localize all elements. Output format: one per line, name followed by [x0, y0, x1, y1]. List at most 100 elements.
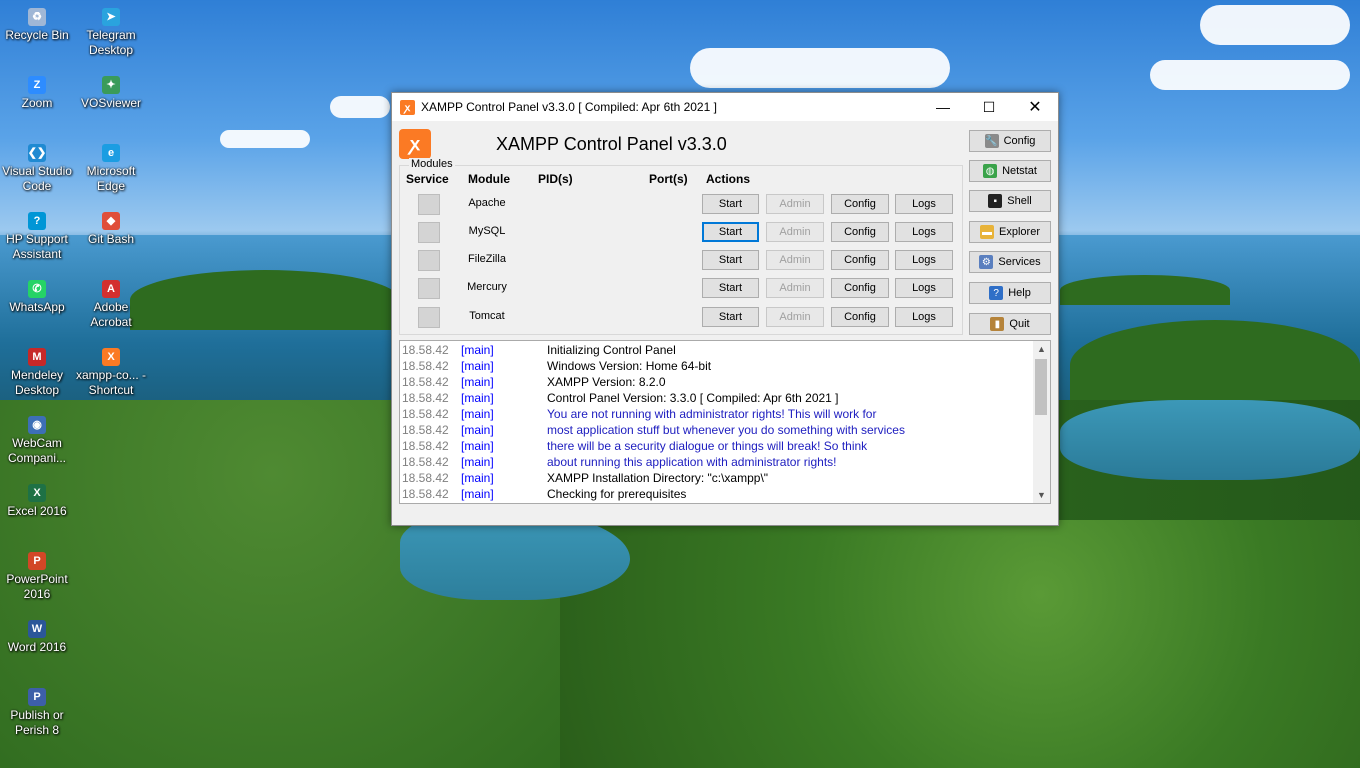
desktop-icon[interactable]: W Word 2016 — [0, 620, 74, 655]
word-icon: W — [28, 620, 46, 638]
excel-icon: X — [28, 484, 46, 502]
log-source: [main] — [461, 375, 494, 389]
start-button[interactable]: Start — [702, 250, 759, 270]
log-source: [main] — [461, 455, 494, 469]
service-checkbox[interactable] — [418, 278, 440, 299]
xampp-window: ꭗ XAMPP Control Panel v3.3.0 [ Compiled:… — [391, 92, 1059, 526]
desktop-icon[interactable]: M Mendeley Desktop — [0, 348, 74, 398]
desktop-icon[interactable]: A Adobe Acrobat — [74, 280, 148, 330]
log-time: 18.58.42 — [402, 343, 449, 357]
desktop-icon[interactable]: ❮❯ Visual Studio Code — [0, 144, 74, 194]
logs-button[interactable]: Logs — [895, 250, 953, 270]
globe-icon: ◍ — [983, 164, 998, 178]
log-message: about running this application with admi… — [547, 455, 837, 469]
desktop-icon[interactable]: e Microsoft Edge — [74, 144, 148, 194]
desktop-icon-label: Adobe Acrobat — [90, 300, 132, 329]
config-button[interactable]: Config — [831, 250, 889, 270]
help-button[interactable]: ? Help — [969, 282, 1051, 304]
desktop-icon[interactable]: X Excel 2016 — [0, 484, 74, 519]
desktop-icon[interactable]: ✦ VOSviewer — [74, 76, 148, 111]
desktop-icon[interactable]: ◆ Git Bash — [74, 212, 148, 247]
explorer-button[interactable]: ▬ Explorer — [969, 221, 1051, 243]
admin-button: Admin — [766, 194, 824, 214]
edge-icon: e — [102, 144, 120, 162]
log-time: 18.58.42 — [402, 439, 449, 453]
desktop-icon[interactable]: P PowerPoint 2016 — [0, 552, 74, 602]
desktop-icon-label: Telegram Desktop — [86, 28, 136, 57]
log-panel[interactable]: 18.58.42 [main] Initializing Control Panel… — [399, 340, 1051, 504]
desktop-icon[interactable]: ➤ Telegram Desktop — [74, 8, 148, 58]
config-button[interactable]: Config — [831, 194, 889, 214]
desktop-icon-label: HP Support Assistant — [6, 232, 68, 261]
start-button[interactable]: Start — [702, 194, 759, 214]
desktop-icon[interactable]: ? HP Support Assistant — [0, 212, 74, 262]
module-name: MySQL — [468, 225, 506, 237]
cloud — [690, 48, 950, 88]
logs-button[interactable]: Logs — [895, 278, 953, 298]
logs-button[interactable]: Logs — [895, 194, 953, 214]
button-label: Netstat — [1002, 165, 1037, 177]
log-message: there will be a security dialogue or thi… — [547, 439, 868, 453]
logs-button[interactable]: Logs — [895, 222, 953, 242]
log-scrollbar[interactable]: ▲ ▼ — [1033, 341, 1050, 503]
cloud — [1150, 60, 1350, 90]
cloud — [330, 96, 390, 118]
log-source: [main] — [461, 439, 494, 453]
recycle-bin-icon: ♻ — [28, 8, 46, 26]
quit-button[interactable]: ▮ Quit — [969, 313, 1051, 335]
log-time: 18.58.42 — [402, 375, 449, 389]
desktop-icon-label: WhatsApp — [9, 300, 65, 314]
config-button[interactable]: 🔧 Config — [969, 130, 1051, 152]
desktop-icon-label: Publish or Perish 8 — [10, 708, 64, 737]
logs-button[interactable]: Logs — [895, 307, 953, 327]
log-time: 18.58.42 — [402, 487, 449, 501]
config-button[interactable]: Config — [831, 307, 889, 327]
quit-icon: ▮ — [990, 317, 1005, 331]
xampp-logo-icon: ꭗ — [399, 129, 431, 159]
forest-background — [560, 520, 1360, 768]
services-button[interactable]: ⚙ Services — [969, 251, 1051, 273]
desktop-icon-label: Word 2016 — [7, 640, 67, 654]
button-label: Shell — [1007, 195, 1032, 207]
log-message: You are not running with administrator r… — [547, 407, 877, 421]
module-name: Tomcat — [469, 310, 505, 322]
desktop-icon[interactable]: ◉ WebCam Compani... — [0, 416, 74, 466]
help-icon: ? — [989, 286, 1004, 300]
button-label: Explorer — [999, 226, 1040, 238]
scroll-thumb[interactable] — [1035, 359, 1047, 415]
desktop-icon[interactable]: Xxampp-co... - Shortcut — [74, 348, 148, 398]
desktop-icon[interactable]: P Publish or Perish 8 — [0, 688, 74, 738]
scroll-up-icon[interactable]: ▲ — [1033, 341, 1050, 357]
service-checkbox[interactable] — [418, 307, 440, 328]
desktop-icon-label: Visual Studio Code — [2, 164, 72, 193]
netstat-button[interactable]: ◍ Netstat — [969, 160, 1051, 182]
maximize-button[interactable]: ☐ — [966, 93, 1012, 121]
config-button[interactable]: Config — [831, 278, 889, 298]
config-button[interactable]: Config — [831, 222, 889, 242]
shell-button[interactable]: ▪ Shell — [969, 190, 1051, 212]
close-button[interactable]: ✕ — [1012, 93, 1058, 121]
log-time: 18.58.42 — [402, 407, 449, 421]
island — [1060, 275, 1230, 305]
minimize-button[interactable]: — — [920, 93, 966, 121]
service-checkbox[interactable] — [418, 250, 440, 271]
desktop-icon-label: Git Bash — [87, 232, 135, 246]
desktop-icon[interactable]: ✆ WhatsApp — [0, 280, 74, 315]
start-button[interactable]: Start — [702, 307, 759, 327]
xampp-shortcut-icon: X — [102, 348, 120, 366]
modules-legend: Modules — [409, 158, 455, 170]
desktop-icon[interactable]: Z Zoom — [0, 76, 74, 111]
column-actions: Actions — [706, 172, 751, 186]
acrobat-icon: A — [102, 280, 120, 298]
log-message: Initializing Control Panel — [547, 343, 676, 357]
service-checkbox[interactable] — [418, 194, 440, 215]
scroll-down-icon[interactable]: ▼ — [1033, 487, 1050, 503]
island — [1070, 320, 1360, 410]
hp-support-icon: ? — [28, 212, 46, 230]
start-button[interactable]: Start — [702, 278, 759, 298]
log-message: most application stuff but whenever you … — [547, 423, 905, 437]
service-checkbox[interactable] — [418, 222, 440, 243]
title-bar[interactable]: ꭗ XAMPP Control Panel v3.3.0 [ Compiled:… — [392, 93, 1058, 121]
start-button[interactable]: Start — [702, 222, 759, 242]
desktop-icon[interactable]: ♻ Recycle Bin — [0, 8, 74, 43]
